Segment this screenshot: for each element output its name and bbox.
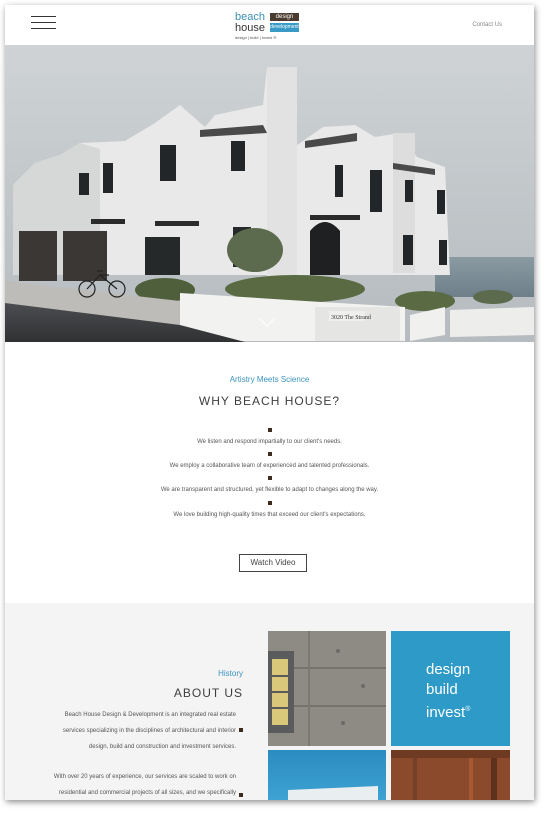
- why-list-item: We are transparent and structured, yet f…: [5, 476, 534, 493]
- chevron-down-icon[interactable]: [258, 316, 276, 328]
- hero-image: 3020 The Strand: [5, 45, 534, 342]
- about-paragraph-line: Beach House Design & Development is an i…: [64, 712, 236, 718]
- page-frame: beach house design development design | …: [5, 5, 534, 800]
- site-header: beach house design development design | …: [5, 5, 534, 45]
- why-list-item: We love building high-quality times that…: [5, 501, 534, 518]
- why-item-text: We love building high-quality times that…: [173, 512, 366, 518]
- why-item-text: We listen and respond impartially to our…: [197, 439, 342, 445]
- hero-house-illustration: 3020 The Strand: [5, 45, 534, 342]
- bullet-square: [239, 728, 243, 732]
- logo-word-house: house: [235, 22, 265, 34]
- about-title: ABOUT US: [173, 686, 243, 700]
- logo-badge-development: development: [270, 23, 299, 32]
- bullet-square: [267, 476, 272, 480]
- why-item-text: We are transparent and structured, yet f…: [160, 487, 379, 493]
- about-kicker: History: [218, 669, 243, 678]
- tile-word-invest: invest®: [426, 704, 471, 721]
- hamburger-menu-icon[interactable]: [31, 16, 56, 32]
- design-build-invest-tile[interactable]: design build invest®: [391, 631, 510, 746]
- why-item-text: We employ a collaborative team of experi…: [169, 463, 370, 469]
- logo-badge-design: design: [270, 13, 299, 21]
- why-title: WHY BEACH HOUSE?: [198, 394, 341, 408]
- house-number-sign: 3020 The Strand: [331, 315, 371, 321]
- bullet-square: [267, 428, 272, 432]
- tile-word-design: design: [426, 661, 471, 678]
- bullet-square: [239, 793, 243, 797]
- why-kicker: Artistry Meets Science: [229, 375, 310, 384]
- wood-photo-tile[interactable]: [391, 750, 510, 800]
- concrete-wall-photo[interactable]: [268, 631, 386, 746]
- about-paragraph-line: residential and commercial projects of a…: [58, 790, 236, 796]
- about-paragraph-line: With over 20 years of experience, our se…: [53, 774, 236, 780]
- why-list-item: We employ a collaborative team of experi…: [5, 452, 534, 469]
- why-section: Artistry Meets Science WHY BEACH HOUSE? …: [5, 342, 534, 603]
- about-paragraph-line: design, build and construction and inves…: [88, 744, 236, 750]
- bullet-square: [267, 452, 272, 456]
- watch-video-button[interactable]: Watch Video: [239, 554, 307, 572]
- contact-us-link[interactable]: Contact Us: [472, 22, 502, 28]
- site-logo[interactable]: beach house design development design | …: [235, 12, 303, 44]
- bullet-square: [267, 501, 272, 505]
- why-list-item: We listen and respond impartially to our…: [5, 428, 534, 445]
- sky-photo-tile[interactable]: [268, 750, 386, 800]
- about-paragraph-line: services specializing in the disciplines…: [62, 728, 236, 734]
- logo-tagline: design | build | invest ®: [235, 35, 277, 40]
- tile-word-build: build: [426, 681, 458, 698]
